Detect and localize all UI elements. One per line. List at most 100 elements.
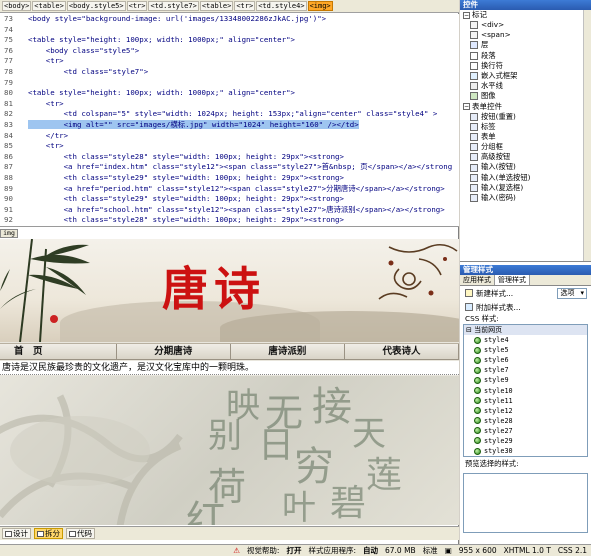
banner-image[interactable]: 唐诗 [0, 239, 459, 342]
toolbox-item[interactable]: <span> [460, 30, 591, 40]
styles-header[interactable]: 管理样式 [460, 265, 591, 275]
code-line[interactable]: 74 [0, 25, 459, 36]
toolbox-scrollbar[interactable] [583, 10, 591, 261]
code-line[interactable]: 87 <a href="index.htm" class="style12"><… [0, 162, 459, 173]
current-page-node[interactable]: ⊟ 当前网页 [464, 325, 587, 335]
css-style-item[interactable]: style10 [464, 385, 587, 395]
code-line[interactable]: 83 <img alt="" src="images/横标.jpg" width… [0, 119, 459, 131]
group-form[interactable]: − 表单控件 [460, 102, 591, 112]
toolbox-item[interactable]: 输入(复选框) [460, 183, 591, 193]
toolbox-item[interactable]: 输入(单选按钮) [460, 173, 591, 183]
toolbox-item[interactable]: 分组框 [460, 142, 591, 152]
visual-aid-value[interactable]: 打开 [286, 545, 301, 556]
toolbox-item[interactable]: 输入(按钮) [460, 162, 591, 172]
tag-chip[interactable]: <body.style5> [66, 1, 126, 11]
code-text[interactable]: <td colspan="5" style="width: 1024px; he… [28, 109, 459, 120]
toolbox-item[interactable]: <div> [460, 20, 591, 30]
css-style-item[interactable]: style9 [464, 375, 587, 385]
toolbox-item[interactable]: 表单 [460, 132, 591, 142]
tab-manage-styles[interactable]: 管理样式 [495, 275, 530, 285]
code-line[interactable]: 77 <tr> [0, 56, 459, 67]
tab-apply-styles[interactable]: 应用样式 [460, 275, 495, 285]
code-text[interactable] [28, 25, 459, 36]
toolbox-item[interactable]: 换行符 [460, 61, 591, 71]
css-style-item[interactable]: style11 [464, 396, 587, 406]
tag-chip[interactable]: <td.style7> [148, 1, 199, 11]
css-style-list[interactable]: ⊟ 当前网页 style4 style5 style6 style7 style9 sty… [463, 324, 588, 457]
toolbox-item[interactable]: 嵌入式框架 [460, 71, 591, 81]
code-text[interactable]: <th class="style28" style="width: 100px;… [28, 215, 459, 226]
toolbox-header[interactable]: 控件 [460, 0, 591, 10]
code-line[interactable]: 80 <table style="height: 100px; width: 10… [0, 88, 459, 99]
group-markup[interactable]: − 标记 [460, 10, 591, 20]
css-version[interactable]: CSS 2.1 [558, 546, 587, 555]
code-line[interactable]: 78 <td class="style7"> [0, 67, 459, 78]
toolbox-item[interactable]: 高级按钮 [460, 152, 591, 162]
code-text[interactable]: <table style="height: 100px; width: 1000… [28, 88, 459, 99]
css-style-item[interactable]: style27 [464, 426, 587, 436]
toolbox-item[interactable]: 段落 [460, 51, 591, 61]
code-text[interactable]: <a href="poet.htm" class="style12"><span… [28, 226, 459, 227]
code-text[interactable]: <body style="background-image: url('imag… [28, 14, 459, 25]
style-app-value[interactable]: 自动 [363, 545, 378, 556]
code-view[interactable]: 73 <body style="background-image: url('im… [0, 14, 459, 227]
code-text[interactable]: <a href="school.htm" class="style12"><sp… [28, 205, 459, 216]
doctype[interactable]: XHTML 1.0 T [504, 546, 551, 555]
tag-chip[interactable]: <table> [32, 1, 66, 11]
code-text[interactable]: </tr> [28, 131, 459, 142]
code-line[interactable]: 76 <body class="style5"> [0, 46, 459, 57]
code-line[interactable]: 93 <a href="poet.htm" class="style12"><s… [0, 226, 459, 227]
code-text[interactable]: <a href="index.htm" class="style12"><spa… [28, 162, 459, 173]
code-text[interactable]: <th class="style28" style="width: 100px;… [28, 152, 459, 163]
toolbox-item[interactable]: 按钮(重置) [460, 112, 591, 122]
code-line[interactable]: 88 <th class="style29" style="width: 100… [0, 173, 459, 184]
code-text[interactable]: <table style="height: 100px; width: 1000… [28, 35, 459, 46]
code-text[interactable]: <body class="style5"> [28, 46, 459, 57]
code-line[interactable]: 89 <a href="period.htm" class="style12">… [0, 184, 459, 195]
tag-chip[interactable]: <tr> [126, 1, 148, 11]
code-line[interactable]: 90 <th class="style29" style="width: 100… [0, 194, 459, 205]
code-line[interactable]: 73 <body style="background-image: url('im… [0, 14, 459, 25]
nav-home[interactable]: 首 页 [0, 344, 117, 359]
code-line[interactable]: 75 <table style="height: 100px; width: 10… [0, 35, 459, 46]
window-size[interactable]: 955 x 600 [459, 546, 497, 555]
toolbox-item[interactable]: 标签 [460, 122, 591, 132]
view-button-1[interactable]: 拆分 [34, 528, 63, 539]
toolbox-item[interactable]: 水平线 [460, 81, 591, 91]
design-view[interactable]: 唐诗 首 页 分期唐诗 唐诗派别 代表诗人 唐诗是汉民族最珍贵的文化遗产，是汉文… [0, 239, 459, 525]
code-text[interactable]: <img alt="" src="images/横标.jpg" width="1… [28, 119, 459, 131]
code-text[interactable]: <tr> [28, 141, 459, 152]
new-style-link[interactable]: 新建样式... [476, 288, 513, 299]
css-style-item[interactable]: style12 [464, 406, 587, 416]
tag-chip[interactable]: <img> [307, 1, 333, 11]
code-line[interactable]: 84 </tr> [0, 131, 459, 142]
tag-chip[interactable]: <td.style4> [256, 1, 307, 11]
code-text[interactable]: <td class="style7"> [28, 67, 459, 78]
css-style-item[interactable]: style5 [464, 345, 587, 355]
tag-chip[interactable]: <tr> [234, 1, 256, 11]
code-text[interactable]: <a href="period.htm" class="style12"><sp… [28, 184, 459, 195]
code-text[interactable]: <tr> [28, 99, 459, 110]
tag-chip[interactable]: <table> [199, 1, 234, 11]
code-line[interactable]: 86 <th class="style28" style="width: 100… [0, 152, 459, 163]
view-button-2[interactable]: 代码 [66, 528, 95, 539]
code-text[interactable]: <th class="style29" style="width: 100px;… [28, 194, 459, 205]
nav-period[interactable]: 分期唐诗 [117, 344, 231, 359]
toolbox-item[interactable]: 层 [460, 40, 591, 50]
options-dropdown[interactable]: 选项 ▾ [557, 287, 587, 299]
code-line[interactable]: 91 <a href="school.htm" class="style12">… [0, 205, 459, 216]
code-text[interactable] [28, 78, 459, 89]
code-line[interactable]: 79 [0, 78, 459, 89]
css-style-item[interactable]: style6 [464, 355, 587, 365]
tag-chip[interactable]: <body> [2, 1, 32, 11]
css-style-item[interactable]: a [464, 456, 587, 457]
css-style-item[interactable]: style30 [464, 446, 587, 456]
toolbox-item[interactable]: 图像 [460, 91, 591, 101]
code-text[interactable]: <tr> [28, 56, 459, 67]
css-style-item[interactable]: style29 [464, 436, 587, 446]
code-line[interactable]: 82 <td colspan="5" style="width: 1024px;… [0, 109, 459, 120]
toolbox-item[interactable]: 输入(密码) [460, 193, 591, 203]
code-text[interactable]: <th class="style29" style="width: 100px;… [28, 173, 459, 184]
css-style-item[interactable]: style4 [464, 335, 587, 345]
nav-school[interactable]: 唐诗派别 [231, 344, 345, 359]
